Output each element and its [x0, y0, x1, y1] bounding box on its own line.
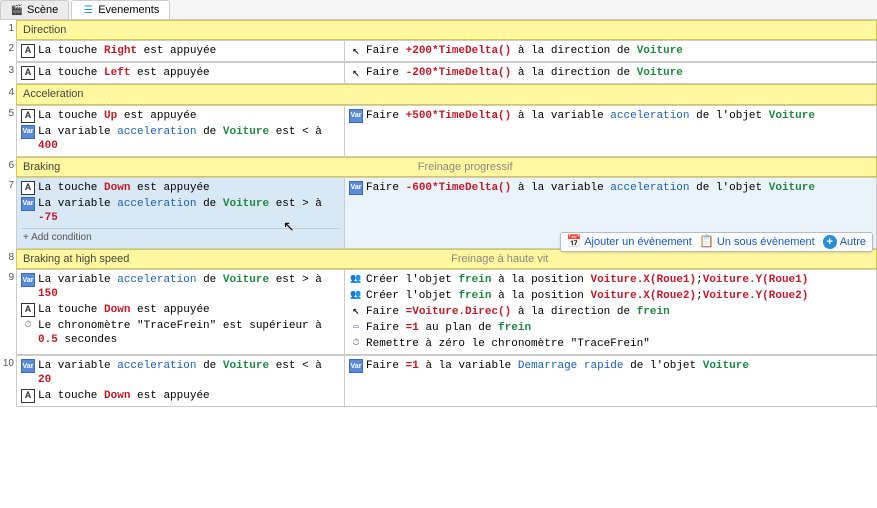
- group-title: Braking at high speed: [23, 252, 129, 266]
- variable-icon: Var: [349, 359, 363, 373]
- action-variable[interactable]: Var Faire =1 à la variable Demarrage rap…: [349, 358, 872, 374]
- layer-icon: ▭: [349, 321, 363, 335]
- arrow-icon: ↖: [349, 66, 363, 80]
- action-direction[interactable]: ↖ Faire =Voiture.Direc() à la direction …: [349, 304, 872, 320]
- timer-icon: ⏱: [21, 319, 35, 333]
- action-reset-timer[interactable]: ⏱ Remettre à zéro le chronomètre "TraceF…: [349, 336, 872, 352]
- action-variable[interactable]: Var Faire -600*TimeDelta() à la variable…: [349, 180, 872, 196]
- keyboard-icon: A: [21, 44, 35, 58]
- keyboard-icon: A: [21, 109, 35, 123]
- action-create-object[interactable]: 👥 Créer l'objet frein à la position Voit…: [349, 272, 872, 288]
- line-number: 4: [0, 84, 16, 104]
- line-number: 5: [0, 105, 16, 157]
- list-icon: ☰: [82, 4, 94, 16]
- group-header-direction[interactable]: Direction: [16, 20, 877, 40]
- sub-event-button[interactable]: 📋 Un sous évènement: [700, 235, 815, 249]
- action-create-object[interactable]: 👥 Créer l'objet frein à la position Voit…: [349, 288, 872, 304]
- condition-key-pressed[interactable]: A La touche Left est appuyée: [21, 65, 340, 81]
- group-title: Braking: [23, 160, 60, 174]
- group-header-braking[interactable]: Braking Freinage progressif: [16, 157, 877, 177]
- line-number: 9: [0, 269, 16, 355]
- tab-label: Scène: [27, 4, 58, 16]
- group-title: Direction: [23, 23, 66, 37]
- group-subtitle: Freinage progressif: [60, 160, 870, 174]
- condition-variable[interactable]: Var La variable acceleration de Voiture …: [21, 272, 340, 302]
- action-variable[interactable]: Var Faire +500*TimeDelta() à la variable…: [349, 108, 872, 124]
- event-row[interactable]: A La touche Left est appuyée ↖ Faire -20…: [16, 62, 877, 84]
- add-event-button[interactable]: 📅 Ajouter un évènement: [567, 235, 692, 249]
- event-row[interactable]: A La touche Right est appuyée ↖ Faire +2…: [16, 40, 877, 62]
- group-title: Acceleration: [23, 87, 84, 101]
- create-object-icon: 👥: [349, 273, 363, 287]
- line-number: 10: [0, 355, 16, 407]
- keyboard-icon: A: [21, 389, 35, 403]
- action-zorder[interactable]: ▭ Faire =1 au plan de frein: [349, 320, 872, 336]
- group-header-acceleration[interactable]: Acceleration: [16, 84, 877, 104]
- other-button[interactable]: + Autre: [823, 235, 866, 249]
- variable-icon: Var: [21, 125, 35, 139]
- line-number: 7: [0, 177, 16, 249]
- line-number: 3: [0, 62, 16, 84]
- tab-label: Evenements: [98, 4, 159, 16]
- action-direction[interactable]: ↖ Faire -200*TimeDelta() à la direction …: [349, 65, 872, 81]
- event-row[interactable]: A La touche Up est appuyée Var La variab…: [16, 105, 877, 157]
- variable-icon: Var: [349, 109, 363, 123]
- tab-bar: 🎬 Scène ☰ Evenements: [0, 0, 877, 20]
- add-event-icon: 📅: [567, 235, 581, 249]
- keyboard-icon: A: [21, 181, 35, 195]
- condition-key-pressed[interactable]: A La touche Up est appuyée: [21, 108, 340, 124]
- line-number: 2: [0, 40, 16, 62]
- condition-key-pressed[interactable]: A La touche Right est appuyée: [21, 43, 340, 59]
- sub-event-icon: 📋: [700, 235, 714, 249]
- line-number: 8: [0, 249, 16, 269]
- clapper-icon: 🎬: [11, 4, 23, 16]
- condition-timer[interactable]: ⏱ Le chronomètre "TraceFrein" est supéri…: [21, 318, 340, 348]
- events-editor: 1 Direction 2 A La touche Right est appu…: [0, 20, 877, 407]
- timer-reset-icon: ⏱: [349, 337, 363, 351]
- cursor-icon: ↖: [283, 217, 295, 235]
- line-number: 1: [0, 20, 16, 40]
- variable-icon: Var: [349, 181, 363, 195]
- context-toolbar: 📅 Ajouter un évènement 📋 Un sous évèneme…: [560, 232, 873, 252]
- condition-variable[interactable]: Var La variable acceleration de Voiture …: [21, 358, 340, 388]
- arrow-icon: ↖: [349, 305, 363, 319]
- line-number: 6: [0, 157, 16, 177]
- variable-icon: Var: [21, 197, 35, 211]
- tab-scene[interactable]: 🎬 Scène: [0, 0, 69, 19]
- condition-key-pressed[interactable]: A La touche Down est appuyée: [21, 388, 340, 404]
- variable-icon: Var: [21, 359, 35, 373]
- event-row[interactable]: Var La variable acceleration de Voiture …: [16, 269, 877, 355]
- action-direction[interactable]: ↖ Faire +200*TimeDelta() à la direction …: [349, 43, 872, 59]
- keyboard-icon: A: [21, 303, 35, 317]
- tab-events[interactable]: ☰ Evenements: [71, 0, 170, 19]
- keyboard-icon: A: [21, 66, 35, 80]
- arrow-icon: ↖: [349, 44, 363, 58]
- event-row[interactable]: Var La variable acceleration de Voiture …: [16, 355, 877, 407]
- condition-key-pressed[interactable]: A La touche Down est appuyée: [21, 180, 340, 196]
- condition-variable[interactable]: Var La variable acceleration de Voiture …: [21, 124, 340, 154]
- variable-icon: Var: [21, 273, 35, 287]
- plus-icon: +: [823, 235, 837, 249]
- condition-key-pressed[interactable]: A La touche Down est appuyée: [21, 302, 340, 318]
- create-object-icon: 👥: [349, 289, 363, 303]
- group-subtitle: Freinage à haute vit: [129, 252, 870, 266]
